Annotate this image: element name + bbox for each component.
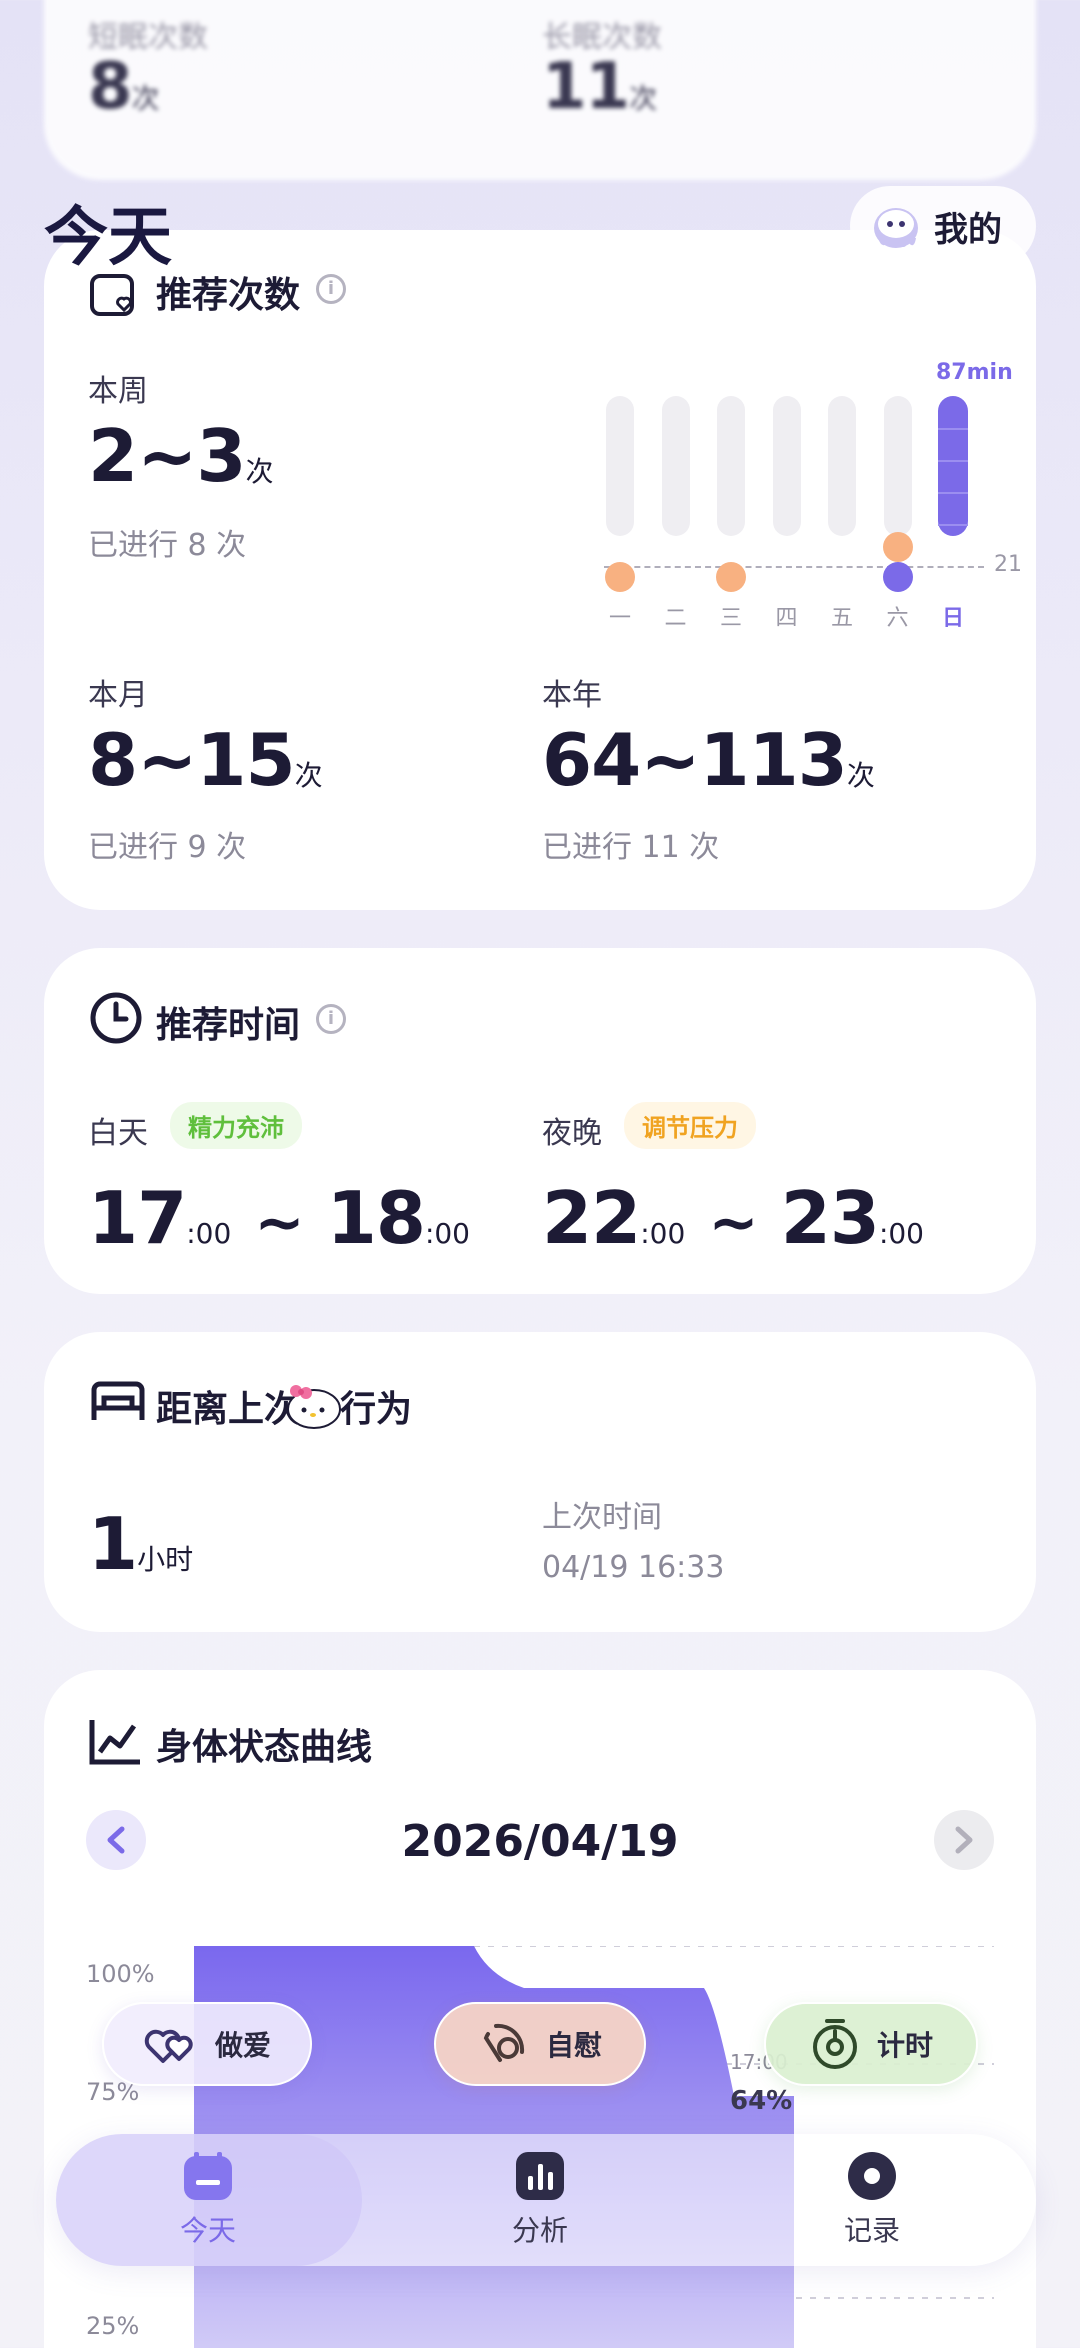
signal-icon xyxy=(483,2023,525,2062)
marker-value: 64% xyxy=(730,2086,793,2116)
nav-record-label: 记录 xyxy=(843,2214,900,2247)
reference-line xyxy=(604,566,984,568)
calendar-icon xyxy=(184,2152,232,2200)
night-time-range: 22:00 ~ 23:00 xyxy=(542,1176,924,1260)
bed-icon xyxy=(91,1381,145,1420)
top-summary-card: 短眠次数 8次 长眠次数 11次 xyxy=(44,0,1036,180)
profile-label: 我的 xyxy=(934,209,1002,250)
y-label-25: 25% xyxy=(86,2312,140,2340)
weekly-chart: 87min 21 一 二 三 四 五 六 日 xyxy=(564,360,1024,631)
bar-track-3 xyxy=(772,396,801,536)
bar-track-4 xyxy=(828,396,856,536)
day-tag: 精力充沛 xyxy=(170,1102,302,1149)
ghost-avatar-icon xyxy=(874,208,918,248)
recommend-time-title: 推荐时间 xyxy=(156,1005,301,1046)
since-last-title: 距离上次 行为 xyxy=(156,1380,412,1432)
month-label: 本月 xyxy=(88,678,148,713)
week-label: 本周 xyxy=(88,374,148,409)
recommend-count-card: 推荐次数 i 本周 2~3次 已进行 8 次 87min 21 一二三四五六日 … xyxy=(44,230,1036,910)
nav-today-label: 今天 xyxy=(179,2214,236,2247)
nav-analysis-label: 分析 xyxy=(511,2214,568,2247)
action-sex-button[interactable]: 做爱 xyxy=(102,2002,312,2086)
day-time-range: 17:00 ~ 18:00 xyxy=(88,1176,470,1260)
year-label: 本年 xyxy=(542,678,602,713)
timer-icon xyxy=(812,2019,857,2069)
profile-button[interactable]: 我的 xyxy=(850,186,1036,266)
action-timer-button[interactable]: 计时 xyxy=(764,2002,978,2086)
day-label-3: 四 xyxy=(775,606,798,631)
long-value: 11次 xyxy=(542,50,658,124)
info-icon[interactable]: i xyxy=(316,274,346,304)
curve-date: 2026/04/19 xyxy=(401,1816,679,1867)
body-curve-title: 身体状态曲线 xyxy=(156,1727,373,1768)
clock-icon xyxy=(90,992,142,1044)
chart-annotation: 87min xyxy=(936,360,1013,385)
day-label-4: 五 xyxy=(830,606,853,631)
night-label: 夜晚 xyxy=(542,1116,602,1151)
bar-dot-orange-0 xyxy=(605,562,635,592)
reference-label: 21 xyxy=(994,552,1022,577)
bar-segment-0 xyxy=(938,428,968,430)
bar-segment-1 xyxy=(938,460,968,462)
record-icon xyxy=(848,2152,896,2200)
short-value: 8次 xyxy=(88,50,160,124)
night-tag: 调节压力 xyxy=(624,1102,756,1149)
line-chart-icon xyxy=(89,1720,140,1765)
bar-segment-3 xyxy=(938,524,968,526)
recommend-time-card: 推荐时间 i 白天 精力充沛 17:00 ~ 18:00 夜晚 调节压力 22:… xyxy=(44,948,1036,1294)
since-last-value: 1小时 xyxy=(88,1502,194,1586)
since-last-card: 距离上次 行为 1小时 上次时间 04/19 16:33 xyxy=(44,1332,1036,1632)
next-day-button[interactable] xyxy=(934,1810,994,1870)
last-time-label: 上次时间 xyxy=(542,1500,662,1535)
hearts-icon xyxy=(144,2029,193,2063)
day-label-2: 三 xyxy=(719,606,742,631)
action-solo-button[interactable]: 自慰 xyxy=(434,2002,646,2086)
action-sex-label: 做爱 xyxy=(214,2029,271,2062)
nav-record[interactable]: 记录 xyxy=(812,2150,932,2249)
week-done: 已进行 8 次 xyxy=(88,528,247,563)
day-label-5: 六 xyxy=(886,606,909,631)
day-label-0: 一 xyxy=(608,606,631,631)
action-timer-label: 计时 xyxy=(876,2029,933,2062)
day-label-6: 日 xyxy=(941,606,964,631)
bottom-nav: 今天 分析 记录 xyxy=(56,2134,1036,2266)
bar-dot-orange-2 xyxy=(716,562,746,592)
bar-track-1 xyxy=(661,396,690,536)
bar-track-2 xyxy=(717,396,745,536)
day-label: 白天 xyxy=(88,1116,148,1151)
page-title: 今天 xyxy=(44,201,172,275)
day-label-1: 二 xyxy=(664,606,687,631)
week-value: 2~3次 xyxy=(88,414,274,498)
y-label-100: 100% xyxy=(86,1960,155,1988)
chart-icon xyxy=(516,2152,564,2200)
bar-track-5 xyxy=(883,396,912,536)
nav-today[interactable]: 今天 xyxy=(148,2150,268,2249)
bar-dot-purple-5 xyxy=(882,562,913,592)
bar-fill-6 xyxy=(938,396,968,536)
last-time-value: 04/19 16:33 xyxy=(542,1550,725,1585)
month-value: 8~15次 xyxy=(88,718,323,802)
month-done: 已进行 9 次 xyxy=(88,830,247,865)
bar-segment-2 xyxy=(938,492,968,494)
year-value: 64~113次 xyxy=(542,718,875,802)
bar-dot-orange-5 xyxy=(882,532,913,562)
recommend-count-title: 推荐次数 xyxy=(156,275,301,316)
year-done: 已进行 11 次 xyxy=(542,830,720,865)
bar-track-0 xyxy=(606,396,634,536)
chevron-right-icon xyxy=(955,1826,973,1854)
info-icon[interactable]: i xyxy=(316,1004,346,1034)
action-solo-label: 自慰 xyxy=(545,2029,602,2062)
kitty-sticker-icon xyxy=(287,1385,342,1429)
nav-analysis[interactable]: 分析 xyxy=(480,2150,600,2249)
